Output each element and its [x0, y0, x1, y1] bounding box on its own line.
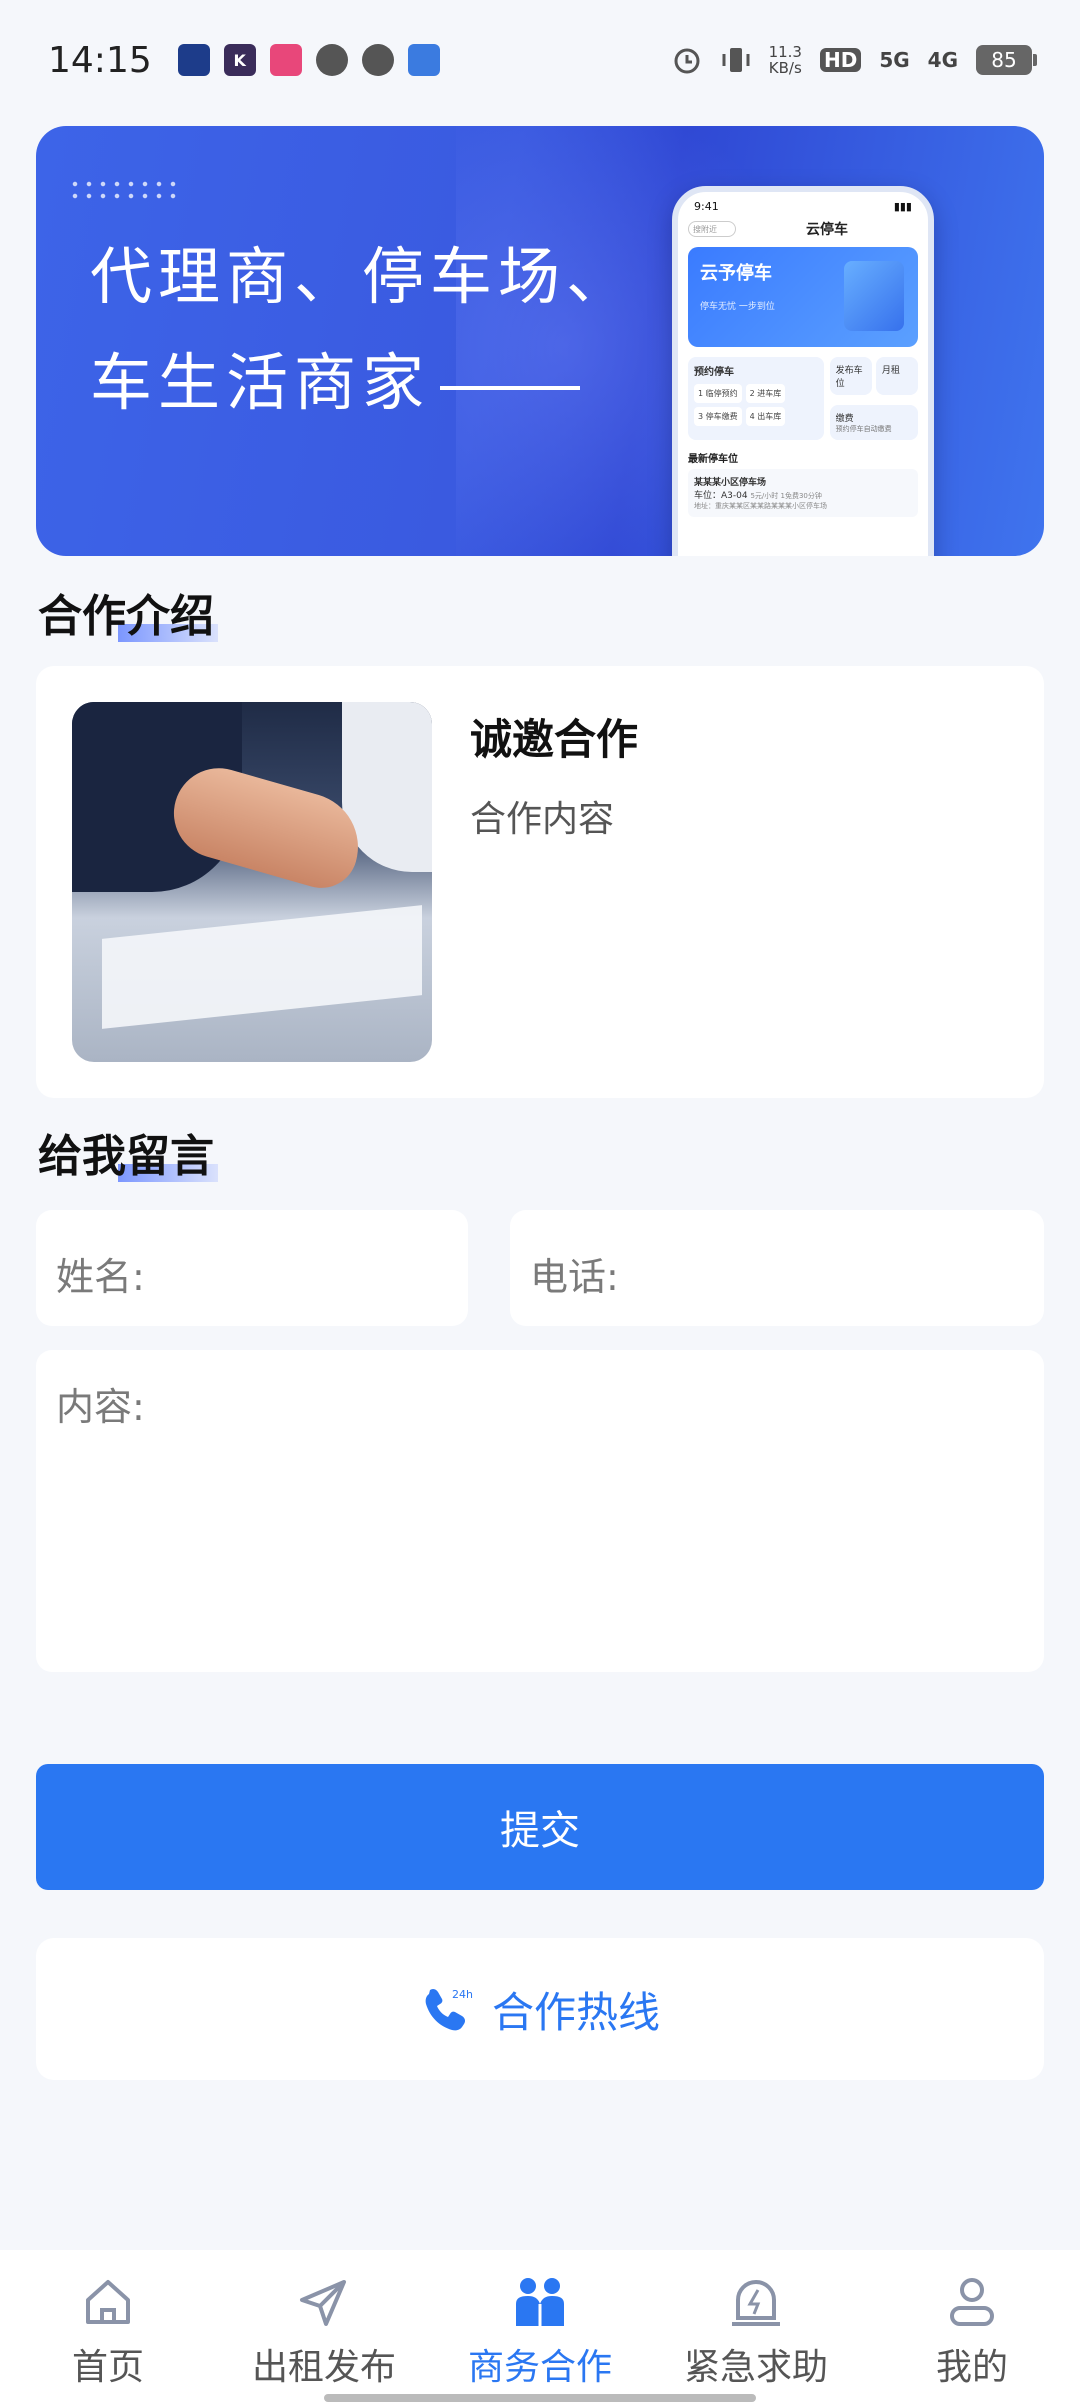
- nav-publish[interactable]: 出租发布: [224, 2270, 424, 2390]
- network-speed: 11.3 KB/s: [768, 43, 802, 77]
- mock-hero-illustration: [844, 261, 904, 331]
- phone-label: 电话:: [530, 1255, 619, 1299]
- app-notification-icon: [177, 44, 210, 76]
- nav-mine-label: 我的: [935, 2347, 1008, 2388]
- signal-5g: 5G: [879, 48, 910, 72]
- nav-business[interactable]: 商务合作: [440, 2270, 640, 2390]
- banner-dash: [440, 385, 581, 390]
- signal-4g: 4G: [927, 48, 958, 72]
- nav-emergency[interactable]: 紧急求助: [656, 2270, 856, 2390]
- mock-reserve-card: 预约停车 1 临停预约 2 进车库 3 停车缴费 4 出车库: [688, 357, 824, 440]
- mock-hero: 云予停车 停车无忧 一步到位: [688, 247, 918, 347]
- phone-24h-icon: 24h: [425, 1988, 473, 2031]
- content-label: 内容:: [56, 1385, 145, 1429]
- k-app-icon: K: [223, 44, 256, 76]
- hotline-button[interactable]: 24h 合作热线: [36, 1938, 1044, 2080]
- mock-grid: 预约停车 1 临停预约 2 进车库 3 停车缴费 4 出车库 发布车位 月租 缴…: [688, 357, 919, 440]
- nav-home-label: 首页: [71, 2347, 144, 2388]
- hero-banner[interactable]: 代理商、停车场、 车生活商家 9:41 ▮▮▮ 搜附近 云停车 云予停车 停车无忧…: [36, 126, 1044, 556]
- status-time: 14:15: [48, 39, 152, 81]
- handshake-image: [72, 702, 432, 1062]
- send-icon: [300, 2280, 346, 2326]
- status-indicators: 11.3 KB/s HD 5G 4G 85: [671, 43, 1037, 77]
- banner-line-1: 代理商、停车场、: [90, 240, 635, 313]
- nav-publish-label: 出租发布: [251, 2347, 396, 2388]
- nav-business-label: 商务合作: [467, 2347, 612, 2388]
- nav-emergency-label: 紧急求助: [683, 2347, 828, 2388]
- vibrate-icon: [722, 48, 750, 72]
- home-icon: [86, 2280, 130, 2324]
- status-bar: 14:15 K 11.3 KB/s HD 5G 4G 85: [0, 0, 1080, 120]
- hd-indicator: HD: [819, 48, 862, 72]
- profile-icon: [950, 2278, 994, 2326]
- content-textarea[interactable]: 内容:: [36, 1350, 1044, 1672]
- message-icon: [315, 44, 348, 76]
- bottom-nav: 首页 出租发布 商务合作 紧急求助 我的: [0, 2250, 1080, 2408]
- partners-icon: [516, 2278, 564, 2326]
- alarm-clock-icon: [674, 48, 700, 74]
- cooperation-title: 诚邀合作: [470, 715, 639, 764]
- message-section-title: 给我留言: [38, 1120, 218, 1184]
- nav-home[interactable]: 首页: [8, 2270, 208, 2390]
- banner-dots-decoration: [68, 178, 178, 202]
- mock-app-title: 云停车: [806, 222, 848, 238]
- cooperation-card[interactable]: 诚邀合作 合作内容: [36, 666, 1044, 1098]
- alarm-icon: [732, 2279, 780, 2326]
- game-app-icon: [407, 44, 440, 76]
- home-indicator[interactable]: [324, 2394, 756, 2402]
- lola-app-icon: [269, 44, 302, 76]
- hotline-label: 合作热线: [491, 1987, 660, 2037]
- battery-indicator: 85: [976, 45, 1037, 75]
- mock-lot-card: 某某某小区停车场 车位：A3-04 5元/小时 1免费30分钟 地址：重庆某某区…: [688, 469, 918, 517]
- name-field[interactable]: 姓名:: [36, 1210, 468, 1326]
- notification-icons: K: [177, 44, 440, 76]
- cooperation-subtitle: 合作内容: [470, 799, 615, 840]
- nav-mine[interactable]: 我的: [872, 2270, 1072, 2390]
- phone-field[interactable]: 电话:: [510, 1210, 1044, 1326]
- phone-mockup: 9:41 ▮▮▮ 搜附近 云停车 云予停车 停车无忧 一步到位 预约停车 1 临停…: [672, 186, 934, 556]
- mock-status-bar: 9:41 ▮▮▮: [694, 200, 912, 213]
- mock-search: 搜附近: [688, 221, 736, 237]
- bank-app-icon: [361, 44, 394, 76]
- mock-latest-title: 最新停车位: [688, 454, 738, 465]
- name-label: 姓名:: [56, 1255, 145, 1299]
- banner-line-2: 车生活商家: [90, 332, 581, 422]
- intro-section-title: 合作介绍: [38, 580, 218, 644]
- svg-text:24h: 24h: [452, 1988, 473, 2001]
- mock-header: 搜附近 云停车: [678, 215, 928, 243]
- submit-button[interactable]: 提交: [36, 1764, 1044, 1890]
